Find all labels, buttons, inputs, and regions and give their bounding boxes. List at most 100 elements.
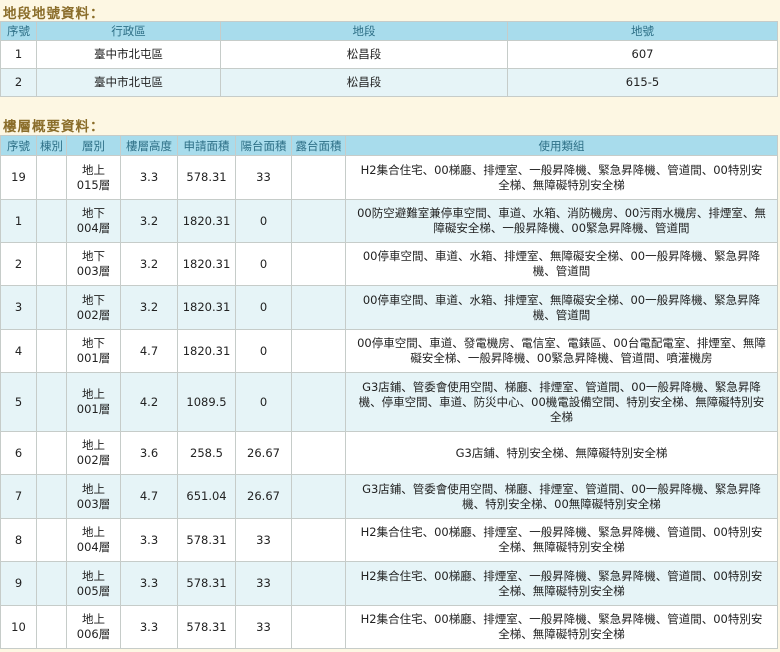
table-cell: 33 [235,518,292,562]
table-cell: 5 [0,372,37,432]
table-cell: 00停車空間、車道、發電機房、電信室、電錶區、00台電配電室、排煙室、無障礙安全… [345,329,778,373]
table-row: 10 地上 006層 3.3 578.31 33 H2集合住宅、00梯廳、排煙室、一般昇降機… [0,605,778,649]
table-cell: 578.31 [177,561,236,606]
column-header: 地段 [220,21,508,41]
table-cell: 578.31 [177,605,236,649]
table-cell: 地上 006層 [66,605,121,649]
table-cell: 3.2 [120,242,178,286]
table-cell [291,242,346,286]
table-cell: 地下 003層 [66,242,121,286]
table-cell [36,329,67,373]
table-cell: 3.3 [120,518,178,562]
table-cell [291,474,346,519]
table-row: 8 地上 004層 3.3 578.31 33 H2集合住宅、00梯廳、排煙室、一般昇降機、… [0,518,778,562]
table-cell: 0 [235,329,292,373]
table-cell: 3.6 [120,431,178,475]
floor-table: 序號 棟別 層別 樓層高度 申請面積 陽台面積 露台面積 使用類組 19 地上 015層 3.3 57… [0,135,778,649]
table-row: 6 地上 002層 3.6 258.5 26.67 G3店鋪、特別安全梯、無障礙特別安全梯 [0,431,778,475]
table-cell: 9 [0,561,37,606]
table-cell: 1820.31 [177,199,236,243]
table-cell [291,518,346,562]
table-cell: 651.04 [177,474,236,519]
table-cell: 19 [0,155,37,200]
table-cell: H2集合住宅、00梯廳、排煙室、一般昇降機、緊急昇降機、管道間、00特別安全梯、… [345,518,778,562]
table-cell [291,372,346,432]
column-header: 棟別 [36,135,67,156]
table-row: 1 臺中市北屯區 松昌段 607 [0,40,778,69]
table-cell [36,199,67,243]
table-cell: 4.2 [120,372,178,432]
table-cell: 3.3 [120,605,178,649]
table-cell: 1 [0,40,37,69]
table-cell: 3.3 [120,561,178,606]
table-cell: 1820.31 [177,285,236,330]
table-cell [36,155,67,200]
table-cell: 578.31 [177,518,236,562]
table-row: 19 地上 015層 3.3 578.31 33 H2集合住宅、00梯廳、排煙室、一般昇降機… [0,155,778,200]
table-cell: 00防空避難室兼停車空間、車道、水箱、消防機房、00污雨水機房、排煙室、無障礙安… [345,199,778,243]
table-row: 9 地上 005層 3.3 578.31 33 H2集合住宅、00梯廳、排煙室、一般昇降機、… [0,561,778,606]
table-cell: 地上 001層 [66,372,121,432]
table-cell: 臺中市北屯區 [36,40,221,69]
table-cell [36,518,67,562]
table-cell: 4 [0,329,37,373]
table-cell: 8 [0,518,37,562]
table-cell [291,199,346,243]
table-cell [291,329,346,373]
table-cell [36,242,67,286]
table-cell: 578.31 [177,155,236,200]
table-cell: 0 [235,242,292,286]
table-cell: 地上 003層 [66,474,121,519]
table-cell: 松昌段 [220,40,508,69]
table-cell: 0 [235,285,292,330]
table-cell: 臺中市北屯區 [36,68,221,97]
table-cell [36,561,67,606]
table-cell: 2 [0,242,37,286]
table-cell [36,285,67,330]
column-header: 陽台面積 [235,135,292,156]
table-cell: 4.7 [120,329,178,373]
table-cell: 地上 002層 [66,431,121,475]
table-row: 5 地上 001層 4.2 1089.5 0 G3店鋪、管委會使用空間、梯廳、排煙室、管道間… [0,372,778,432]
table-cell: 26.67 [235,431,292,475]
column-header: 露台面積 [291,135,346,156]
table-row: 3 地下 002層 3.2 1820.31 0 00停車空間、車道、水箱、排煙室、無障礙安全… [0,285,778,330]
table-cell [36,372,67,432]
table-cell: 地上 015層 [66,155,121,200]
table-cell: 607 [507,40,778,69]
column-header: 序號 [0,21,37,41]
table-cell [291,155,346,200]
table-cell: G3店鋪、管委會使用空間、梯廳、排煙室、管道間、00一般昇降機、緊急昇降機、特別… [345,474,778,519]
table-cell [36,605,67,649]
land-section-title: 地段地號資料： [3,6,105,22]
table-cell: 2 [0,68,37,97]
table-cell [291,431,346,475]
column-header: 序號 [0,135,37,156]
table-cell: 1089.5 [177,372,236,432]
table-cell: H2集合住宅、00梯廳、排煙室、一般昇降機、緊急昇降機、管道間、00特別安全梯、… [345,561,778,606]
table-cell: 3.2 [120,199,178,243]
table-cell: 3.2 [120,285,178,330]
table-cell: 33 [235,605,292,649]
table-cell: 258.5 [177,431,236,475]
table-cell: 地上 005層 [66,561,121,606]
table-cell [36,431,67,475]
column-header: 申請面積 [177,135,236,156]
table-cell: 33 [235,561,292,606]
table-cell: H2集合住宅、00梯廳、排煙室、一般昇降機、緊急昇降機、管道間、00特別安全梯、… [345,605,778,649]
table-cell [291,285,346,330]
column-header: 使用類組 [345,135,778,156]
table-cell: 1820.31 [177,242,236,286]
table-cell: 1 [0,199,37,243]
table-cell: 10 [0,605,37,649]
table-cell: G3店鋪、特別安全梯、無障礙特別安全梯 [345,431,778,475]
table-cell: 615-5 [507,68,778,97]
table-row: 2 臺中市北屯區 松昌段 615-5 [0,68,778,97]
table-row: 4 地下 001層 4.7 1820.31 0 00停車空間、車道、發電機房、電信室、電錶區… [0,329,778,373]
land-table-header: 序號 行政區 地段 地號 [0,21,778,41]
table-cell: G3店鋪、管委會使用空間、梯廳、排煙室、管道間、00一般昇降機、緊急昇降機、停車… [345,372,778,432]
table-cell: 33 [235,155,292,200]
table-cell: 00停車空間、車道、水箱、排煙室、無障礙安全梯、00一般昇降機、緊急昇降機、管道… [345,285,778,330]
floor-section-title: 樓層概要資料： [3,119,105,135]
land-table: 序號 行政區 地段 地號 1 臺中市北屯區 松昌段 607 2 臺中市北屯區 松昌段 615-5 [0,21,778,97]
